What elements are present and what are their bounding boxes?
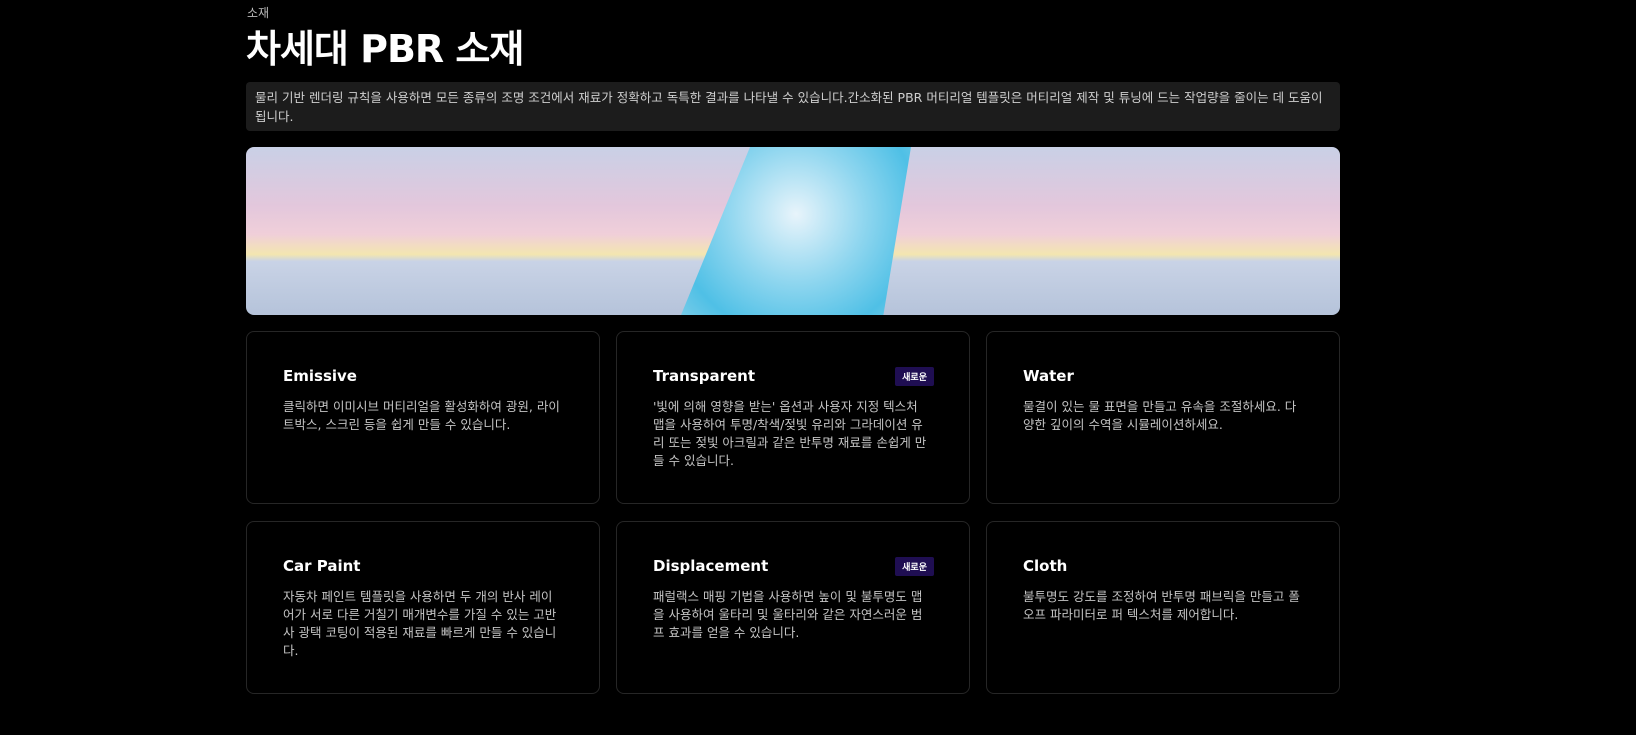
description-box: 물리 기반 렌더링 규칙을 사용하면 모든 종류의 조명 조건에서 재료가 정확… <box>246 82 1340 131</box>
card-title: Transparent <box>653 367 755 385</box>
card-title: Emissive <box>283 367 357 385</box>
card-title: Displacement <box>653 557 769 575</box>
card-text: 클릭하면 이미시브 머티리얼을 활성화하여 광원, 라이트박스, 스크린 등을 … <box>283 399 560 432</box>
card-text: 불투명도 강도를 조정하여 반투명 패브릭을 만들고 폴오프 파라미터로 퍼 텍… <box>1023 589 1300 622</box>
card-transparent[interactable]: Transparent 새로운 '빛에 의해 영향을 받는' 옵션과 사용자 지… <box>616 331 970 504</box>
card-text: '빛에 의해 영향을 받는' 옵션과 사용자 지정 텍스처 맵을 사용하여 투명… <box>653 399 927 468</box>
page-title: 차세대 PBR 소재 <box>246 27 524 71</box>
new-badge: 새로운 <box>895 557 934 576</box>
new-badge: 새로운 <box>895 367 934 386</box>
card-text: 물결이 있는 물 표면을 만들고 유속을 조절하세요. 다양한 깊이의 수역을 … <box>1023 399 1297 432</box>
card-emissive[interactable]: Emissive 클릭하면 이미시브 머티리얼을 활성화하여 광원, 라이트박스… <box>246 331 600 504</box>
card-title: Cloth <box>1023 557 1068 575</box>
card-displacement[interactable]: Displacement 새로운 패럴랙스 매핑 기법을 사용하면 높이 및 불… <box>616 521 970 694</box>
hero-image <box>246 147 1340 315</box>
card-title: Car Paint <box>283 557 361 575</box>
glass-panel-image <box>681 147 911 315</box>
card-cloth[interactable]: Cloth 불투명도 강도를 조정하여 반투명 패브릭을 만들고 폴오프 파라미… <box>986 521 1340 694</box>
card-text: 자동차 페인트 템플릿을 사용하면 두 개의 반사 레이어가 서로 다른 거칠기… <box>283 589 557 658</box>
card-text: 패럴랙스 매핑 기법을 사용하면 높이 및 불투명도 맵을 사용하여 울타리 및… <box>653 589 923 640</box>
card-title: Water <box>1023 367 1074 385</box>
card-car-paint[interactable]: Car Paint 자동차 페인트 템플릿을 사용하면 두 개의 반사 레이어가… <box>246 521 600 694</box>
card-water[interactable]: Water 물결이 있는 물 표면을 만들고 유속을 조절하세요. 다양한 깊이… <box>986 331 1340 504</box>
